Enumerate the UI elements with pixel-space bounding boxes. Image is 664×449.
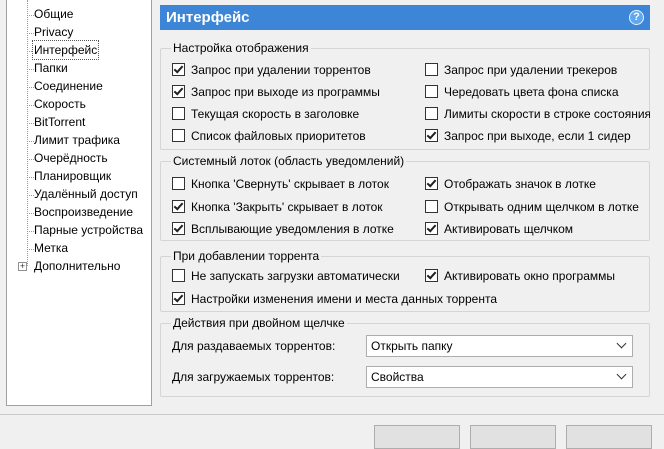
sidebar-item-label: Дополнительно [34, 259, 121, 273]
checkbox-box[interactable] [425, 85, 438, 98]
group-title: Действия при двойном щелчке [171, 316, 347, 330]
select-value: Свойства [371, 370, 424, 384]
checkbox-box[interactable] [425, 63, 438, 76]
chevron-down-icon [616, 338, 627, 349]
checkbox-box[interactable] [172, 63, 185, 76]
sidebar-item-remote-access[interactable]: Удалённый доступ [7, 185, 151, 203]
sidebar-item-label: Соединение [34, 79, 103, 93]
sidebar-item-connection[interactable]: Соединение [7, 77, 151, 95]
sidebar-item-traffic-limit[interactable]: Лимит трафика [7, 131, 151, 149]
checkbox-box[interactable] [172, 200, 185, 213]
sidebar-item-label: Планировщик [34, 169, 112, 183]
sidebar-item-label: Удалённый доступ [34, 187, 138, 201]
sidebar-item-paired-devices[interactable]: Парные устройства [7, 221, 151, 239]
checkbox-box[interactable] [425, 222, 438, 235]
sidebar-item-label: Метка [34, 241, 69, 255]
expand-icon[interactable]: + [18, 262, 27, 271]
dialog-separator [0, 414, 664, 415]
sidebar-item-scheduler[interactable]: Планировщик [7, 167, 151, 185]
sidebar-item-label: Очерёдность [34, 151, 108, 165]
sidebar-item-label: BitTorrent [34, 115, 86, 129]
speed-limits-statusbar-checkbox[interactable]: Лимиты скорости в строке состояния [425, 106, 650, 122]
seeding-action-label: Для раздаваемых торрентов: [172, 339, 336, 353]
sidebar-item-label: Общие [34, 7, 74, 21]
sidebar-item-interface[interactable]: Интерфейс [7, 40, 151, 60]
chevron-down-icon [616, 369, 627, 380]
group-title: Системный лоток (область уведомлений) [171, 154, 407, 168]
checkbox-box[interactable] [425, 269, 438, 282]
sidebar-item-label: Парные устройства [34, 223, 144, 237]
sidebar-item-advanced[interactable]: + Дополнительно [7, 257, 151, 275]
sidebar-item-label: Воспроизведение [34, 205, 134, 219]
checkbox-box[interactable] [172, 292, 185, 305]
checkbox-box[interactable] [425, 200, 438, 213]
dialog-button[interactable] [374, 425, 460, 449]
sidebar-item-queueing[interactable]: Очерёдность [7, 149, 151, 167]
checkbox-box[interactable] [425, 177, 438, 190]
sidebar-item-folders[interactable]: Папки [7, 59, 151, 77]
group-title: При добавлении торрента [171, 249, 322, 263]
checkbox-box[interactable] [172, 129, 185, 142]
dialog-button[interactable] [470, 425, 556, 449]
page-title-bar: Интерфейс ? [160, 5, 650, 30]
sidebar-item-label: Privacy [34, 25, 74, 39]
sidebar-item-speed[interactable]: Скорость [7, 95, 151, 113]
checkbox-box[interactable] [172, 107, 185, 120]
sidebar-item-label-settings[interactable]: Метка [7, 239, 151, 257]
sidebar-item-playback[interactable]: Воспроизведение [7, 203, 151, 221]
select-value: Открыть папку [371, 339, 453, 353]
sidebar-item-label: Интерфейс [31, 40, 100, 60]
seeding-action-select[interactable]: Открыть папку [366, 335, 633, 357]
sidebar-item-label: Папки [34, 61, 68, 75]
downloading-action-label: Для загружаемых торрентов: [172, 370, 335, 384]
group-title: Настройка отображения [171, 41, 311, 55]
settings-tree: Общие Privacy Интерфейс Папки Соединение… [6, 0, 152, 406]
checkbox-box[interactable] [172, 269, 185, 282]
sidebar-item-label: Лимит трафика [34, 133, 120, 147]
help-icon[interactable]: ? [629, 10, 644, 25]
checkbox-box[interactable] [172, 85, 185, 98]
sidebar-item-bittorrent[interactable]: BitTorrent [7, 113, 151, 131]
sidebar-item-privacy[interactable]: Privacy [7, 23, 151, 41]
checkbox-box[interactable] [425, 129, 438, 142]
checkbox-box[interactable] [425, 107, 438, 120]
downloading-action-select[interactable]: Свойства [366, 366, 633, 388]
sidebar-item-general[interactable]: Общие [7, 5, 151, 23]
checkbox-box[interactable] [172, 222, 185, 235]
page-title: Интерфейс [166, 9, 250, 26]
dialog-button[interactable] [566, 425, 652, 449]
sidebar-item-label: Скорость [34, 97, 86, 111]
checkbox-box[interactable] [172, 177, 185, 190]
